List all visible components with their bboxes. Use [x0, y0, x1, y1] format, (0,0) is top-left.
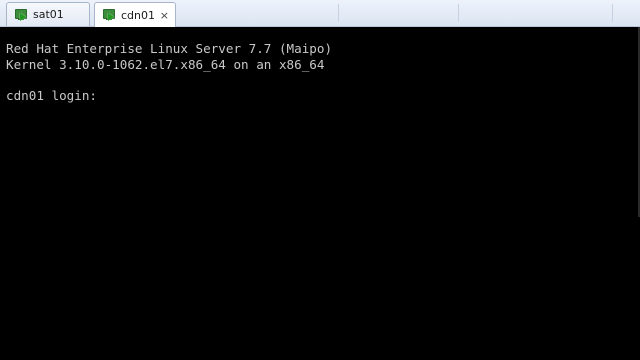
login-prompt[interactable]: cdn01 login: — [6, 88, 97, 104]
vm-running-icon — [102, 8, 116, 22]
tab-bar: sat01 cdn01 × — [0, 0, 640, 27]
vm-running-icon — [14, 8, 28, 22]
close-tab-button[interactable]: × — [160, 10, 169, 21]
tab-sat01[interactable]: sat01 — [6, 2, 90, 26]
os-release-line: Red Hat Enterprise Linux Server 7.7 (Mai… — [6, 41, 333, 56]
tab-divider — [338, 4, 339, 22]
console-screen[interactable]: Red Hat Enterprise Linux Server 7.7 (Mai… — [0, 27, 640, 360]
tab-cdn01[interactable]: cdn01 × — [94, 2, 176, 27]
vm-console-window: sat01 cdn01 × Red Hat Enterprise Linux S… — [0, 0, 640, 360]
tab-divider — [458, 4, 459, 22]
kernel-line: Kernel 3.10.0-1062.el7.x86_64 on an x86_… — [6, 57, 325, 72]
tab-label: sat01 — [33, 8, 64, 21]
tab-divider — [612, 4, 613, 22]
tab-label: cdn01 — [121, 8, 155, 22]
